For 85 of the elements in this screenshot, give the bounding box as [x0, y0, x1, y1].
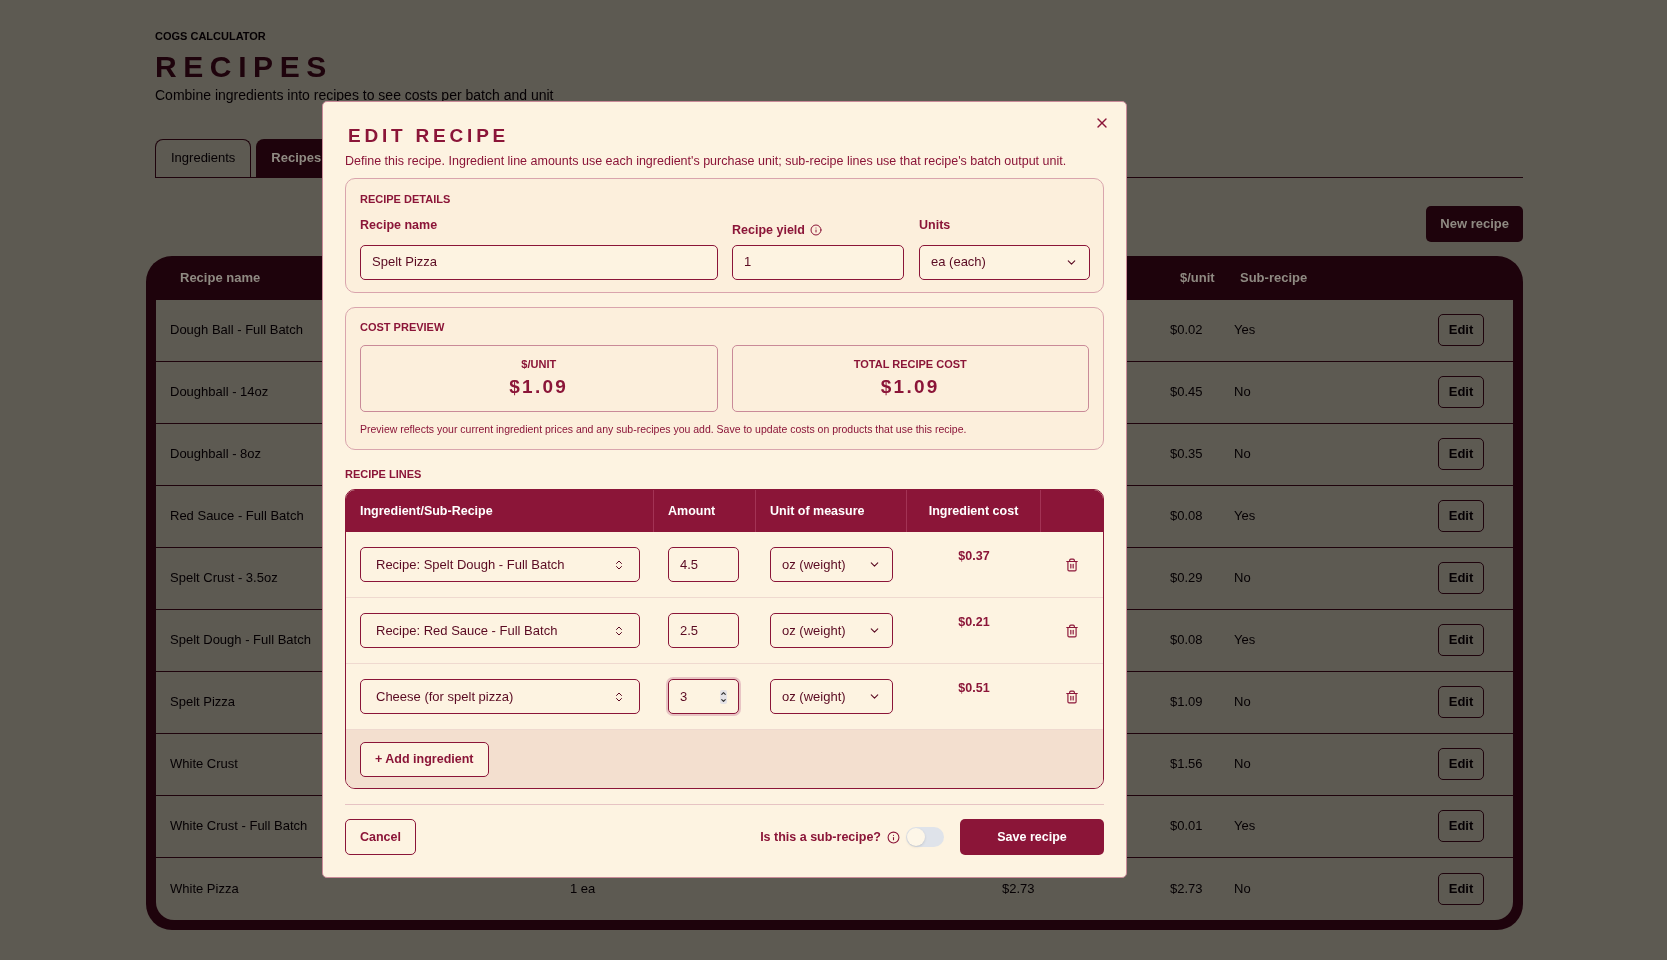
- section-heading: COST PREVIEW: [360, 319, 445, 335]
- cancel-button[interactable]: Cancel: [345, 819, 416, 856]
- unit-select[interactable]: oz (weight): [770, 613, 893, 649]
- table-cell: No: [1234, 880, 1251, 896]
- trash-icon[interactable]: [1065, 557, 1079, 572]
- app-eyebrow: COGS CALCULATOR: [155, 29, 266, 44]
- info-icon[interactable]: [887, 830, 900, 844]
- table-cell: Yes: [1234, 508, 1256, 524]
- dialog-description: Define this recipe. Ingredient line amounts use each ingredient's purchase unit; sub-recipe lines use that recipe's batch output unit.: [345, 152, 1068, 170]
- table-cell: $1.56: [1170, 756, 1203, 772]
- table-cell: Spelt Crust - 3.5oz: [170, 570, 278, 586]
- units-select[interactable]: ea (each): [919, 244, 1090, 280]
- ingredient-cost: $0.21: [958, 614, 990, 632]
- unit-select[interactable]: oz (weight): [770, 679, 893, 715]
- sub-recipe-toggle[interactable]: [906, 827, 944, 848]
- table-cell: Spelt Pizza: [170, 694, 236, 710]
- table-cell: $0.01: [1170, 818, 1203, 834]
- amount-field[interactable]: 3: [668, 679, 739, 715]
- amount-field[interactable]: 4.5: [668, 547, 739, 583]
- add-ingredient-button[interactable]: + Add ingredient: [360, 741, 489, 777]
- up-down-icon: [613, 690, 625, 703]
- save-recipe-button[interactable]: Save recipe: [960, 819, 1104, 856]
- field-label: Recipe yield: [732, 221, 805, 239]
- up-down-icon: [613, 558, 625, 571]
- info-icon[interactable]: [809, 224, 822, 237]
- recipe-yield-field[interactable]: 1: [732, 244, 904, 280]
- table-cell: $1.09: [1170, 694, 1203, 710]
- column-header: Sub-recipe: [1240, 268, 1308, 287]
- table-cell: $0.35: [1170, 446, 1203, 462]
- table-cell: $0.02: [1170, 322, 1203, 338]
- table-cell: No: [1234, 446, 1251, 462]
- column-header: Ingredient/Sub-Recipe: [346, 490, 654, 533]
- section-heading: RECIPE LINES: [345, 466, 422, 482]
- ingredient-select[interactable]: Recipe: Red Sauce - Full Batch: [360, 613, 640, 649]
- ingredient-cost: $0.37: [958, 548, 990, 566]
- table-cell: No: [1234, 756, 1251, 772]
- table-cell: Spelt Dough - Full Batch: [170, 632, 311, 648]
- page-title: RECIPES: [155, 48, 333, 85]
- recipe-name-field[interactable]: Spelt Pizza: [360, 244, 718, 280]
- cost-value: $1.09: [880, 374, 940, 399]
- table-cell: $2.73: [1002, 880, 1035, 896]
- cost-value: $1.09: [509, 374, 569, 399]
- table-cell: $0.45: [1170, 384, 1203, 400]
- table-cell: $0.08: [1170, 508, 1203, 524]
- new-recipe-button[interactable]: New recipe: [1426, 205, 1523, 242]
- trash-icon[interactable]: [1065, 689, 1079, 704]
- table-cell: 1 ea: [570, 880, 596, 896]
- section-heading: RECIPE DETAILS: [360, 192, 451, 208]
- trash-icon[interactable]: [1065, 623, 1079, 638]
- cost-label: $/UNIT: [521, 357, 557, 372]
- sub-recipe-label: Is this a sub-recipe?: [760, 828, 881, 846]
- table-cell: White Crust - Full Batch: [170, 818, 308, 834]
- table-cell: Yes: [1234, 322, 1256, 338]
- column-header: Recipe name: [180, 268, 262, 287]
- ingredient-select[interactable]: Cheese (for spelt pizza): [360, 679, 640, 715]
- table-cell: $0.29: [1170, 570, 1203, 586]
- table-cell: No: [1234, 570, 1251, 586]
- field-label: Recipe name: [360, 216, 438, 234]
- table-cell: Doughball - 14oz: [170, 384, 269, 400]
- cost-label: TOTAL RECIPE COST: [853, 357, 967, 372]
- column-header: Amount: [654, 490, 756, 533]
- table-cell: White Pizza: [170, 880, 239, 896]
- table-cell: No: [1234, 384, 1251, 400]
- table-cell: White Crust: [170, 756, 238, 772]
- page-subtitle: Combine ingredients into recipes to see costs per batch and unit: [155, 85, 554, 105]
- table-cell: Yes: [1234, 632, 1256, 648]
- dialog-title: EDIT RECIPE: [348, 124, 510, 148]
- spinner-icon[interactable]: [720, 689, 727, 704]
- table-cell: $2.73: [1170, 880, 1203, 896]
- table-cell: Dough Ball - Full Batch: [170, 322, 303, 338]
- ingredient-select[interactable]: Recipe: Spelt Dough - Full Batch: [360, 547, 640, 583]
- field-label: Units: [919, 216, 951, 234]
- table-cell: No: [1234, 694, 1251, 710]
- column-header: Unit of measure: [756, 490, 907, 533]
- table-cell: $0.08: [1170, 632, 1203, 648]
- amount-field[interactable]: 2.5: [668, 613, 739, 649]
- table-cell: Yes: [1234, 818, 1256, 834]
- table-cell: Red Sauce - Full Batch: [170, 508, 304, 524]
- up-down-icon: [613, 624, 625, 637]
- preview-note: Preview reflects your current ingredient prices and any sub-recipes you add. Save to update costs on products that use this recipe.: [360, 422, 968, 437]
- column-header: Ingredient cost: [907, 490, 1041, 533]
- column-header: $/unit: [1180, 268, 1216, 287]
- unit-select[interactable]: oz (weight): [770, 547, 893, 583]
- table-cell: Doughball - 8oz: [170, 446, 262, 462]
- ingredient-cost: $0.51: [958, 680, 990, 698]
